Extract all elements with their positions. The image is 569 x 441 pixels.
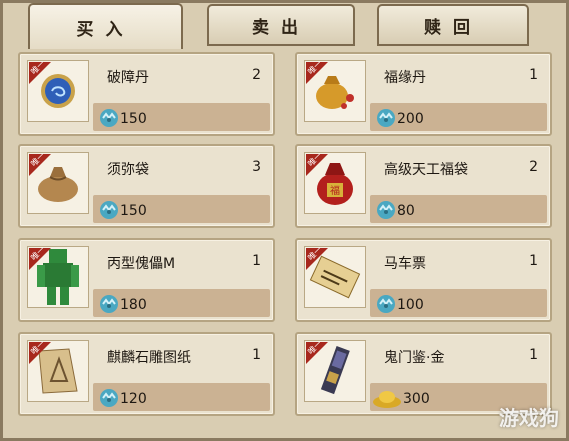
item-quantity: 1	[252, 347, 261, 363]
item-name: 鬼门鉴·金	[384, 350, 445, 366]
shop-item-card[interactable]: 唯一 丙型傀儡M 1 180	[18, 238, 275, 322]
tab-redeem[interactable]: 赎回	[377, 4, 529, 46]
item-price: 100	[397, 297, 424, 313]
jade-coin-icon	[98, 387, 120, 409]
item-quantity: 1	[529, 253, 538, 269]
item-name: 丙型傀儡M	[107, 256, 176, 272]
jade-coin-icon	[98, 293, 120, 315]
shop-item-card[interactable]: 唯一 马车票 1 100	[295, 238, 552, 322]
tab-redeem-label: 赎回	[424, 17, 482, 38]
shop-item-card[interactable]: 唯一 福缘丹 1 200	[295, 52, 552, 136]
shop-item-card[interactable]: 福唯一 高级天工福袋 2 80	[295, 144, 552, 228]
svg-text:福: 福	[330, 184, 340, 197]
jade-coin-icon	[98, 107, 120, 129]
item-quantity: 2	[252, 67, 261, 83]
jade-coin-icon	[375, 107, 397, 129]
item-price: 150	[120, 203, 147, 219]
tab-sell-label: 卖出	[252, 17, 310, 38]
shop-item-card[interactable]: 唯一 须弥袋 3 150	[18, 144, 275, 228]
watermark: 游戏狗	[499, 406, 559, 430]
gold-ingot-icon	[371, 387, 401, 409]
item-name: 须弥袋	[107, 162, 149, 178]
item-price: 80	[397, 203, 415, 219]
item-price: 180	[120, 297, 147, 313]
tab-buy-label: 买入	[76, 19, 135, 40]
item-quantity: 1	[529, 67, 538, 83]
item-price: 200	[397, 111, 424, 127]
shop-tabs: 买入 卖出 赎回	[0, 0, 569, 50]
jade-coin-icon	[98, 199, 120, 221]
shop-item-card[interactable]: 唯一 麒麟石雕图纸 1 120	[18, 332, 275, 416]
tab-sell[interactable]: 卖出	[207, 4, 355, 46]
item-name: 麒麟石雕图纸	[107, 350, 191, 366]
jade-coin-icon	[375, 293, 397, 315]
item-quantity: 3	[252, 159, 261, 175]
tab-buy[interactable]: 买入	[28, 3, 183, 49]
item-name: 破障丹	[107, 70, 149, 86]
item-name: 福缘丹	[384, 70, 426, 86]
item-price: 120	[120, 391, 147, 407]
shop-item-card[interactable]: 唯一 破障丹 2 150	[18, 52, 275, 136]
item-quantity: 2	[529, 159, 538, 175]
item-quantity: 1	[529, 347, 538, 363]
item-quantity: 1	[252, 253, 261, 269]
item-price: 150	[120, 111, 147, 127]
item-price: 300	[403, 391, 430, 407]
jade-coin-icon	[375, 199, 397, 221]
item-name: 马车票	[384, 256, 426, 272]
item-name: 高级天工福袋	[384, 162, 468, 178]
